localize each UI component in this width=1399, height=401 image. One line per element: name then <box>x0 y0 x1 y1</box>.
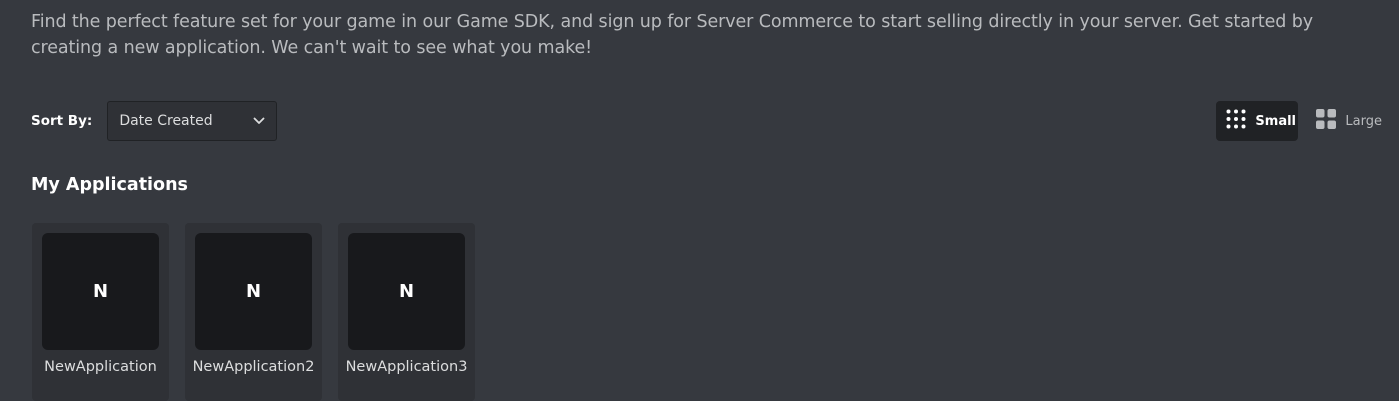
app-card[interactable]: N NewApplication3 <box>338 223 475 401</box>
app-name: NewApplication <box>44 359 157 375</box>
small-grid-icon <box>1226 109 1246 133</box>
app-card[interactable]: N NewApplication2 <box>185 223 322 401</box>
chevron-down-icon <box>252 114 266 128</box>
sort-row: Sort By: Date Created <box>31 101 278 141</box>
sort-select-value: Date Created <box>119 113 213 129</box>
view-large-label: Large <box>1345 113 1382 129</box>
sort-select[interactable]: Date Created <box>107 101 278 141</box>
app-icon-placeholder: N <box>42 233 159 350</box>
view-large-button[interactable]: Large <box>1314 101 1399 141</box>
section-title: My Applications <box>31 175 188 195</box>
app-icon-placeholder: N <box>348 233 465 350</box>
applications-page: Find the perfect feature set for your ga… <box>0 0 1399 401</box>
view-small-button[interactable]: Small <box>1216 101 1299 141</box>
large-grid-icon <box>1316 109 1337 133</box>
app-name: NewApplication2 <box>192 359 315 375</box>
app-icon-placeholder: N <box>195 233 312 350</box>
view-size-toggle: Small Large <box>1216 101 1399 141</box>
app-name: NewApplication3 <box>345 359 468 375</box>
applications-grid: N NewApplication N NewApplication2 N New… <box>32 223 475 401</box>
page-description: Find the perfect feature set for your ga… <box>31 12 1314 58</box>
sort-by-label: Sort By: <box>31 113 93 129</box>
app-card[interactable]: N NewApplication <box>32 223 169 401</box>
view-small-label: Small <box>1255 113 1297 129</box>
